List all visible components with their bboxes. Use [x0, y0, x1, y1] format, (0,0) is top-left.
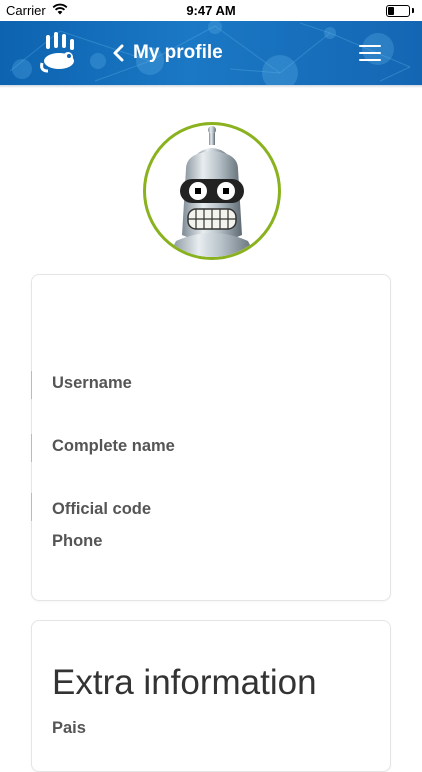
menu-line-top	[359, 45, 381, 47]
profile-avatar	[143, 122, 281, 260]
extra-info-card: Extra information Pais	[31, 620, 391, 772]
header-shadow	[0, 85, 422, 88]
official-code-label: Official code	[52, 500, 152, 518]
app-header: My profile	[0, 21, 422, 85]
username-label: Username	[52, 374, 132, 392]
row-divider	[31, 434, 32, 462]
battery-cap	[412, 8, 414, 13]
menu-button[interactable]	[353, 41, 387, 67]
status-time: 9:47 AM	[186, 3, 236, 18]
status-bar: Carrier 9:47 AM	[0, 0, 422, 21]
robot-avatar-image	[168, 126, 256, 257]
chamilo-logo-icon	[40, 32, 74, 73]
page-title: My profile	[133, 42, 223, 63]
battery-icon	[386, 5, 410, 17]
row-divider	[31, 493, 32, 521]
menu-line-bottom	[359, 59, 381, 61]
back-button[interactable]: My profile	[111, 39, 223, 67]
pais-label: Pais	[52, 719, 86, 737]
profile-info-card: Username Complete name Official code Pho…	[31, 274, 391, 601]
chevron-left-icon	[113, 44, 124, 62]
complete-name-label: Complete name	[52, 437, 175, 455]
row-divider	[31, 371, 32, 399]
phone-label: Phone	[52, 532, 103, 550]
extra-info-title: Extra information	[52, 663, 317, 702]
menu-line-middle	[359, 52, 381, 54]
